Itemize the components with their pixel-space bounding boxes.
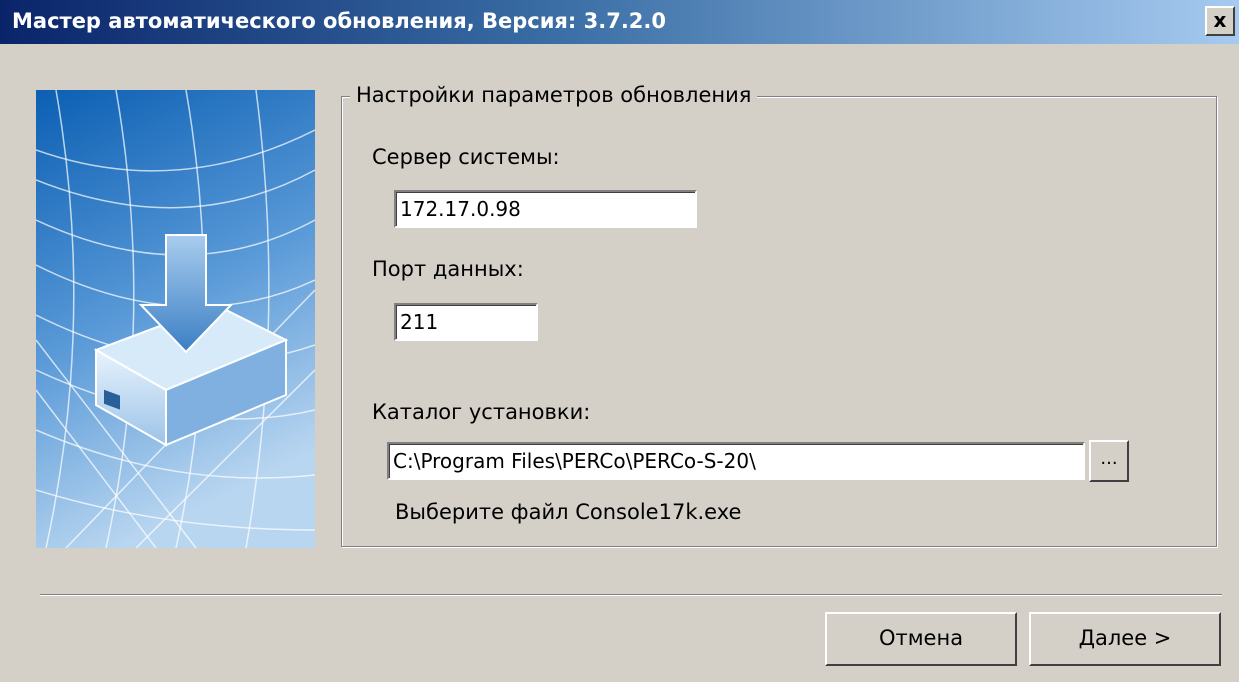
hint-text: Выберите файл Console17k.exe	[395, 500, 742, 524]
cancel-button[interactable]: Отмена	[825, 612, 1017, 666]
server-input[interactable]: 172.17.0.98	[394, 190, 697, 228]
title-bar: Мастер автоматического обновления, Верси…	[0, 0, 1239, 44]
install-dir-label: Каталог установки:	[372, 400, 591, 424]
download-box-illustration	[36, 90, 315, 548]
server-label: Сервер системы:	[372, 145, 560, 169]
wizard-banner-image	[36, 90, 315, 548]
window-title: Мастер автоматического обновления, Верси…	[12, 9, 667, 33]
next-button[interactable]: Далее >	[1029, 612, 1221, 666]
install-dir-input[interactable]: C:\Program Files\PERCo\PERCo-S-20\	[387, 442, 1085, 480]
group-title: Настройки параметров обновления	[350, 83, 758, 107]
close-icon: x	[1213, 8, 1227, 32]
port-label: Порт данных:	[372, 257, 524, 281]
close-button[interactable]: x	[1205, 6, 1235, 36]
browse-button[interactable]: ...	[1089, 440, 1129, 482]
footer-separator	[40, 594, 1222, 596]
port-input[interactable]: 211	[394, 303, 538, 341]
